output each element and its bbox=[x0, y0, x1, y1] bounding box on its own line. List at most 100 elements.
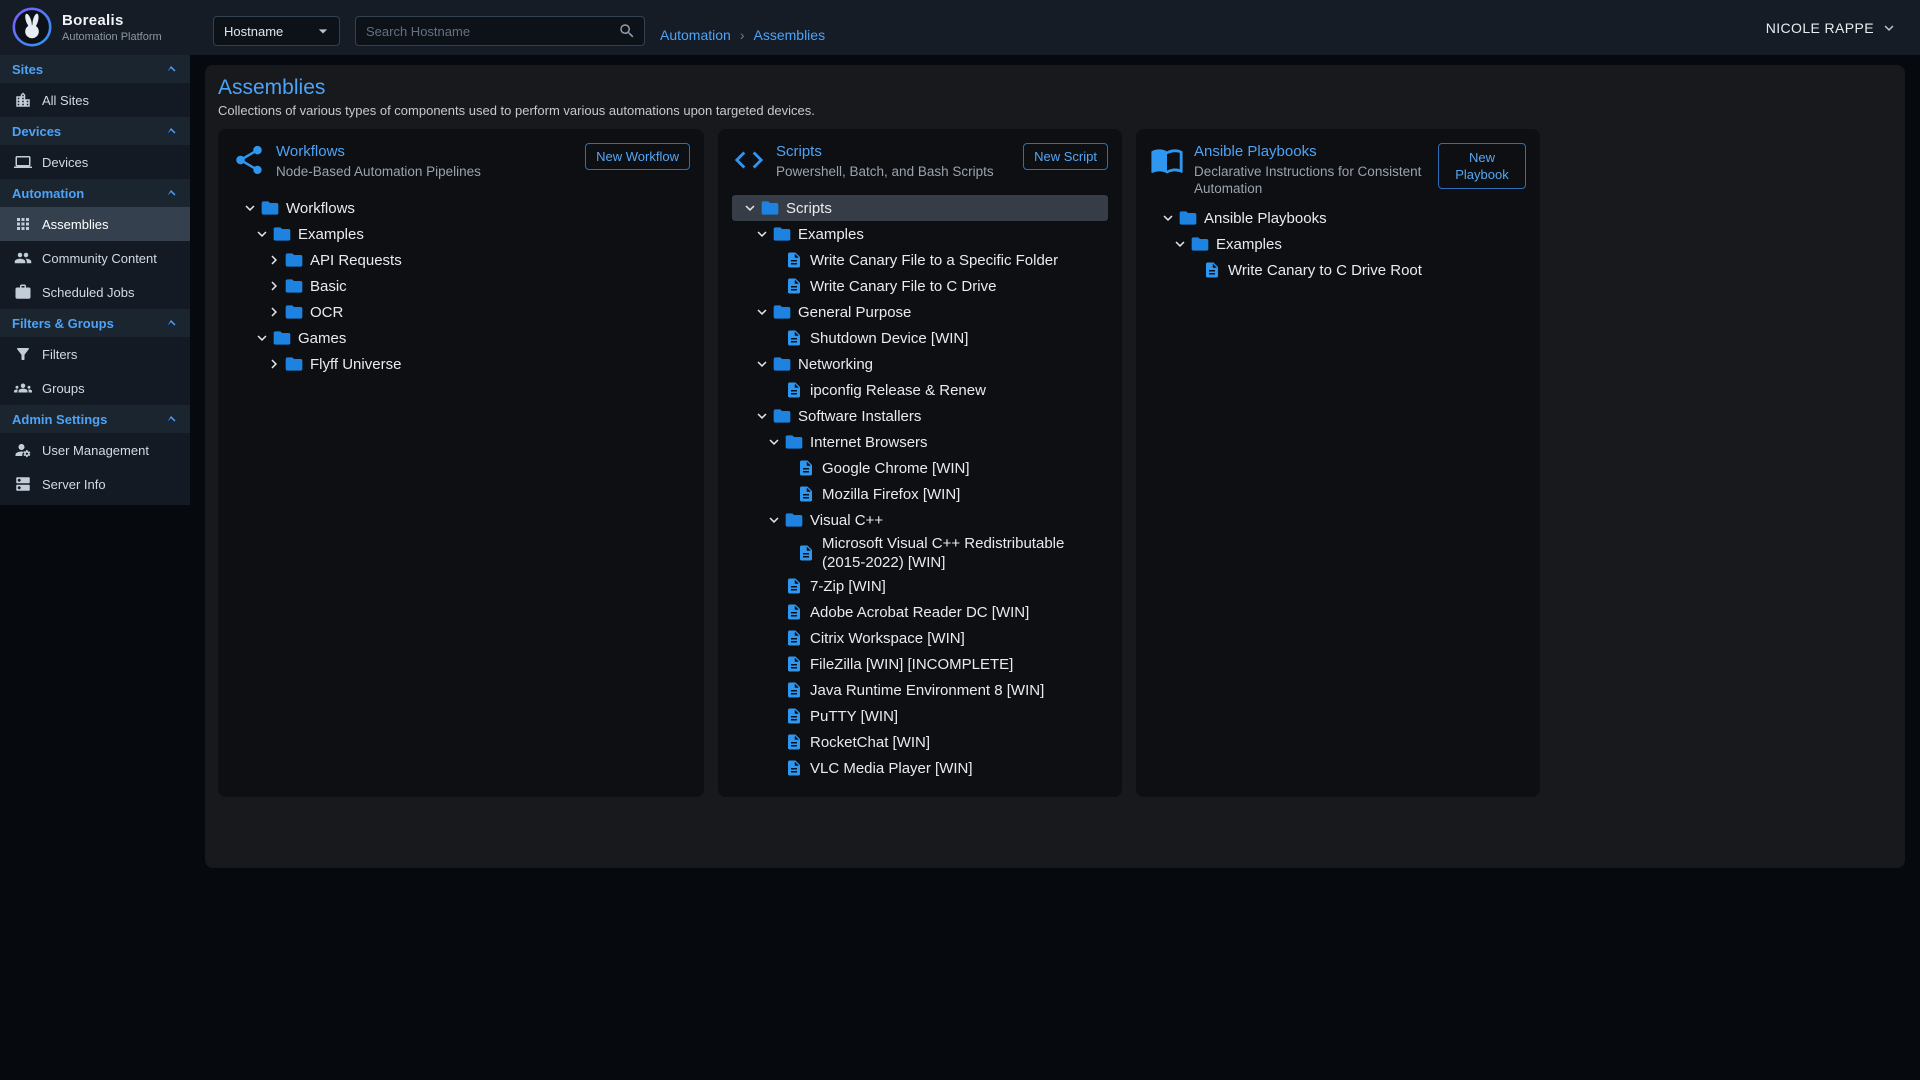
sidebar-section-devices[interactable]: Devices bbox=[0, 117, 190, 145]
tree-file-write-canary-file-to-c-drive[interactable]: Write Canary File to C Drive bbox=[732, 273, 1108, 299]
tree-file-write-canary-to-c-drive-root[interactable]: Write Canary to C Drive Root bbox=[1150, 257, 1526, 283]
file-icon bbox=[784, 629, 804, 647]
tree-item-label: FileZilla [WIN] [INCOMPLETE] bbox=[810, 655, 1013, 674]
tree-folder-games[interactable]: Games bbox=[232, 325, 690, 351]
tree-file-7-zip-win[interactable]: 7-Zip [WIN] bbox=[732, 573, 1108, 599]
brand-text: Borealis Automation Platform bbox=[62, 12, 162, 43]
tree-folder-visual-c[interactable]: Visual C++ bbox=[732, 507, 1108, 533]
tree-item-label: ipconfig Release & Renew bbox=[810, 381, 986, 400]
tree-file-google-chrome-win[interactable]: Google Chrome [WIN] bbox=[732, 455, 1108, 481]
borealis-logo-icon bbox=[12, 7, 52, 47]
tree-file-adobe-acrobat-reader-dc-win[interactable]: Adobe Acrobat Reader DC [WIN] bbox=[732, 599, 1108, 625]
user-menu[interactable]: NICOLE RAPPE bbox=[1766, 0, 1898, 55]
folder-icon bbox=[784, 510, 804, 530]
tree-folder-ocr[interactable]: OCR bbox=[232, 299, 690, 325]
new-playbook-button[interactable]: New Playbook bbox=[1438, 143, 1526, 189]
sidebar-item-devices[interactable]: Devices bbox=[0, 145, 190, 179]
folder-icon bbox=[284, 354, 304, 374]
breadcrumb-assemblies[interactable]: Assemblies bbox=[754, 27, 826, 43]
tree-item-label: Google Chrome [WIN] bbox=[822, 459, 970, 478]
user-gear-icon bbox=[14, 441, 32, 459]
sidebar-item-label: Assemblies bbox=[42, 217, 108, 232]
file-icon bbox=[784, 251, 804, 269]
sidebar-sections: SitesAll SitesDevicesDevicesAutomationAs… bbox=[0, 55, 190, 501]
tree-file-filezilla-win-incomplete[interactable]: FileZilla [WIN] [INCOMPLETE] bbox=[732, 651, 1108, 677]
sidebar-item-community-content[interactable]: Community Content bbox=[0, 241, 190, 275]
sidebar-section-filters-groups[interactable]: Filters & Groups bbox=[0, 309, 190, 337]
tree-file-vlc-media-player-win[interactable]: VLC Media Player [WIN] bbox=[732, 755, 1108, 781]
sidebar-section-label: Devices bbox=[12, 124, 61, 139]
sidebar-item-groups[interactable]: Groups bbox=[0, 371, 190, 405]
new-workflow-button[interactable]: New Workflow bbox=[585, 143, 690, 170]
chevron-up-icon bbox=[162, 60, 180, 78]
tree-item-label: Examples bbox=[1216, 235, 1282, 254]
tree-file-rocketchat-win[interactable]: RocketChat [WIN] bbox=[732, 729, 1108, 755]
tree-file-mozilla-firefox-win[interactable]: Mozilla Firefox [WIN] bbox=[732, 481, 1108, 507]
sidebar-item-assemblies[interactable]: Assemblies bbox=[0, 207, 190, 241]
tree-item-label: Games bbox=[298, 329, 346, 348]
file-icon bbox=[784, 759, 804, 777]
breadcrumb: Automation › Assemblies bbox=[660, 0, 825, 55]
tree-item-label: API Requests bbox=[310, 251, 402, 270]
tree-folder-general-purpose[interactable]: General Purpose bbox=[732, 299, 1108, 325]
card-title: Workflows bbox=[276, 143, 575, 160]
chevron-right-icon bbox=[264, 303, 284, 321]
server-icon bbox=[14, 475, 32, 493]
tree-folder-workflows[interactable]: Workflows bbox=[232, 195, 690, 221]
tree-file-java-runtime-environment-8-win[interactable]: Java Runtime Environment 8 [WIN] bbox=[732, 677, 1108, 703]
tree-file-citrix-workspace-win[interactable]: Citrix Workspace [WIN] bbox=[732, 625, 1108, 651]
tree-folder-flyff-universe[interactable]: Flyff Universe bbox=[232, 351, 690, 377]
tree-item-label: Write Canary to C Drive Root bbox=[1228, 261, 1422, 280]
hostname-dropdown[interactable]: Hostname bbox=[213, 16, 340, 46]
workflow-icon bbox=[232, 143, 266, 177]
breadcrumb-automation[interactable]: Automation bbox=[660, 27, 731, 43]
people-icon bbox=[14, 249, 32, 267]
tree-item-label: Write Canary File to a Specific Folder bbox=[810, 251, 1058, 270]
card-subtitle: Declarative Instructions for Consistent … bbox=[1194, 163, 1428, 197]
chevron-right-icon bbox=[264, 355, 284, 373]
tree-item-label: General Purpose bbox=[798, 303, 911, 322]
search-input[interactable] bbox=[366, 24, 618, 39]
sidebar-item-scheduled-jobs[interactable]: Scheduled Jobs bbox=[0, 275, 190, 309]
sidebar-item-filters[interactable]: Filters bbox=[0, 337, 190, 371]
filter-icon bbox=[14, 345, 32, 363]
search-icon bbox=[618, 22, 636, 40]
groups-icon bbox=[14, 379, 32, 397]
tree-file-shutdown-device-win[interactable]: Shutdown Device [WIN] bbox=[732, 325, 1108, 351]
tree-item-label: Flyff Universe bbox=[310, 355, 401, 374]
sidebar-item-all-sites[interactable]: All Sites bbox=[0, 83, 190, 117]
tree-folder-examples[interactable]: Examples bbox=[232, 221, 690, 247]
tree-folder-internet-browsers[interactable]: Internet Browsers bbox=[732, 429, 1108, 455]
tree-folder-ansible-playbooks[interactable]: Ansible Playbooks bbox=[1150, 205, 1526, 231]
folder-icon bbox=[260, 198, 280, 218]
tree-file-ipconfig-release-renew[interactable]: ipconfig Release & Renew bbox=[732, 377, 1108, 403]
tree-item-label: Citrix Workspace [WIN] bbox=[810, 629, 965, 648]
tree-folder-examples[interactable]: Examples bbox=[732, 221, 1108, 247]
tree-folder-examples[interactable]: Examples bbox=[1150, 231, 1526, 257]
card-subtitle: Powershell, Batch, and Bash Scripts bbox=[776, 163, 1013, 180]
sidebar-item-server-info[interactable]: Server Info bbox=[0, 467, 190, 501]
tree-folder-api-requests[interactable]: API Requests bbox=[232, 247, 690, 273]
tree-file-write-canary-file-to-a-specific-folder[interactable]: Write Canary File to a Specific Folder bbox=[732, 247, 1108, 273]
tree-file-microsoft-visual-c-redistributable-2015-2022-win[interactable]: Microsoft Visual C++ Redistributable (20… bbox=[732, 533, 1108, 573]
file-icon bbox=[796, 459, 816, 477]
card-workflows: WorkflowsNode-Based Automation Pipelines… bbox=[218, 129, 704, 797]
tree-item-label: VLC Media Player [WIN] bbox=[810, 759, 973, 778]
chevron-down-icon bbox=[752, 303, 772, 321]
tree-item-label: Basic bbox=[310, 277, 347, 296]
tree-folder-software-installers[interactable]: Software Installers bbox=[732, 403, 1108, 429]
sidebar-section-admin-settings[interactable]: Admin Settings bbox=[0, 405, 190, 433]
tree-scripts: ScriptsExamples Write Canary File to a Sp… bbox=[732, 195, 1108, 781]
tree-folder-networking[interactable]: Networking bbox=[732, 351, 1108, 377]
new-script-button[interactable]: New Script bbox=[1023, 143, 1108, 170]
folder-icon bbox=[284, 302, 304, 322]
sidebar-section-sites[interactable]: Sites bbox=[0, 55, 190, 83]
tree-item-label: Microsoft Visual C++ Redistributable (20… bbox=[822, 534, 1108, 572]
sidebar-section-automation[interactable]: Automation bbox=[0, 179, 190, 207]
tree-folder-scripts[interactable]: Scripts bbox=[732, 195, 1108, 221]
caret-down-icon bbox=[313, 21, 333, 41]
sidebar-item-user-management[interactable]: User Management bbox=[0, 433, 190, 467]
tree-file-putty-win[interactable]: PuTTY [WIN] bbox=[732, 703, 1108, 729]
tree-folder-basic[interactable]: Basic bbox=[232, 273, 690, 299]
tree-item-label: Shutdown Device [WIN] bbox=[810, 329, 968, 348]
